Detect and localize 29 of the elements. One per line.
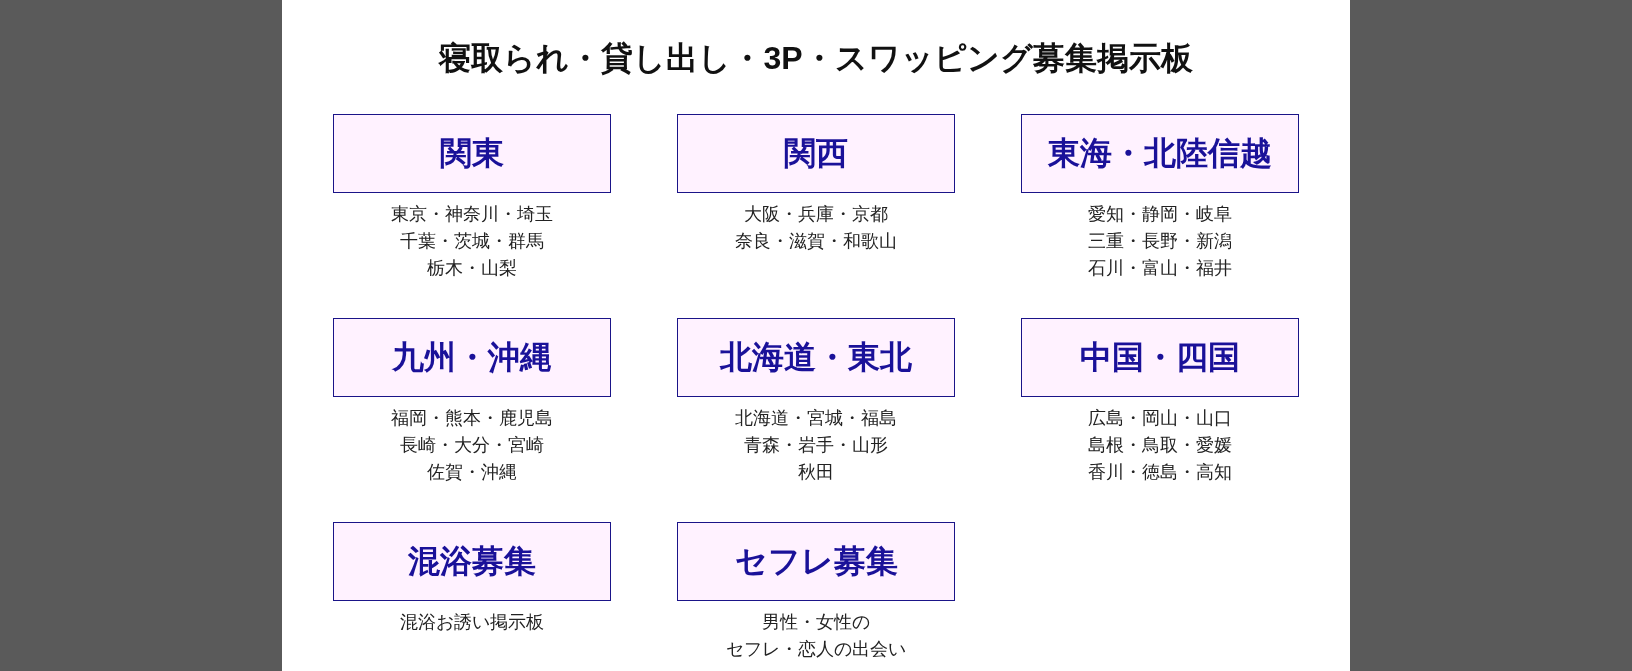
category-link[interactable]: 九州・沖縄 [333,318,611,397]
category-description: 石川・富山・福井 [1088,257,1232,280]
category-link[interactable]: 北海道・東北 [677,318,955,397]
category-description: 福岡・熊本・鹿児島 [391,407,553,430]
category-description: 青森・岩手・山形 [744,434,888,457]
category-description: 香川・徳島・高知 [1088,461,1232,484]
category-description: 混浴お誘い掲示板 [400,611,544,634]
category-description: 愛知・静岡・岐阜 [1088,203,1232,226]
category-description: 奈良・滋賀・和歌山 [735,230,897,253]
category-description: 広島・岡山・山口 [1088,407,1232,430]
category-description: 三重・長野・新潟 [1088,230,1232,253]
category-description: 佐賀・沖縄 [427,461,517,484]
category-link[interactable]: 関東 [333,114,611,193]
category-link[interactable]: 東海・北陸信越 [1021,114,1299,193]
category-link[interactable]: 混浴募集 [333,522,611,601]
category-description: 東京・神奈川・埼玉 [391,203,553,226]
category-description: 大阪・兵庫・京都 [744,203,888,226]
category-description: 栃木・山梨 [427,257,517,280]
category-description: 島根・鳥取・愛媛 [1088,434,1232,457]
category-description: セフレ・恋人の出会い [726,638,906,661]
category-description: 秋田 [798,461,834,484]
category-description: 男性・女性の [762,611,870,634]
category-description: 千葉・茨城・群馬 [400,230,544,253]
category-link[interactable]: セフレ募集 [677,522,955,601]
category-description: 北海道・宮城・福島 [735,407,897,430]
page-title: 寝取られ・貸し出し・3P・スワッピング募集掲示板 [437,40,1194,76]
category-link[interactable]: 関西 [677,114,955,193]
category-description: 長崎・大分・宮崎 [400,434,544,457]
category-link[interactable]: 中国・四国 [1021,318,1299,397]
